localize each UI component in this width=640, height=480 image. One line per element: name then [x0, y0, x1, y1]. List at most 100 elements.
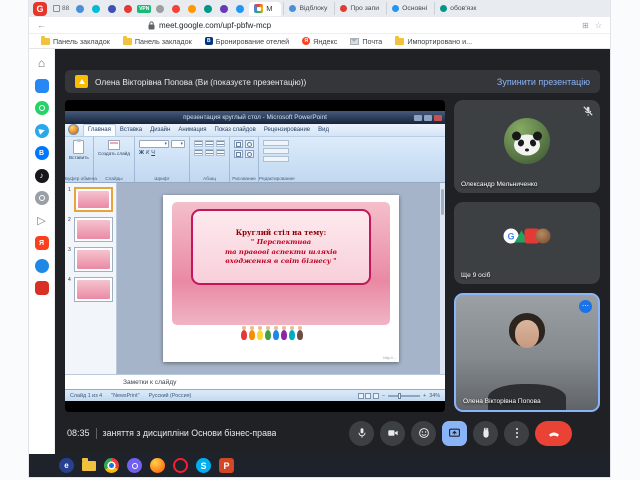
- tab-favicon[interactable]: [121, 2, 135, 15]
- tab-favicon[interactable]: [233, 2, 247, 15]
- self-video-tile[interactable]: ⋯ Олена Вікторівна Попова: [454, 293, 600, 412]
- bookmark-item[interactable]: B Бронирование отелей: [205, 37, 289, 46]
- tab-favicon[interactable]: [105, 2, 119, 15]
- select-button[interactable]: [263, 156, 289, 162]
- url-field[interactable]: meet.google.com/upf-pbfw-mcp: [148, 21, 271, 30]
- shape-arrow-button[interactable]: [234, 150, 243, 158]
- ribbon-tab-animation[interactable]: Анимация: [174, 125, 210, 136]
- shape-line-button[interactable]: [245, 150, 254, 158]
- participant-tile-overflow[interactable]: G Ще 9 осіб: [454, 202, 600, 284]
- extension-icon[interactable]: ⊞: [582, 21, 589, 30]
- tile-options-button[interactable]: ⋯: [579, 300, 592, 313]
- raise-hand-button[interactable]: [473, 421, 498, 446]
- maximize-icon[interactable]: [424, 115, 432, 121]
- zoom-knob[interactable]: [398, 393, 401, 399]
- current-slide[interactable]: Круглий стіл на тему: " Перспектива та п…: [163, 195, 399, 361]
- blue-app-icon-2[interactable]: [35, 259, 49, 273]
- sorter-view-icon[interactable]: [365, 393, 371, 399]
- zoom-slider[interactable]: [388, 395, 420, 397]
- font-size-dropdown[interactable]: ▾: [171, 140, 185, 148]
- ribbon-tab-view[interactable]: Вид: [314, 125, 333, 136]
- zoom-out-button[interactable]: −: [382, 393, 385, 399]
- slideshow-view-icon[interactable]: [373, 393, 379, 399]
- ribbon-tab-insert[interactable]: Вставка: [116, 125, 146, 136]
- blue-app-icon[interactable]: [35, 79, 49, 93]
- tab-favicon[interactable]: [201, 2, 215, 15]
- tab-favicon[interactable]: [73, 2, 87, 15]
- browser-logo-icon[interactable]: G: [33, 2, 47, 16]
- bookmark-item[interactable]: Почта: [350, 37, 382, 46]
- shape-rect-button[interactable]: [234, 140, 243, 148]
- reactions-button[interactable]: [411, 421, 436, 446]
- tab-counter[interactable]: 88: [53, 5, 69, 12]
- justify-button[interactable]: [216, 149, 225, 156]
- tab-favicon[interactable]: [185, 2, 199, 15]
- opera-icon[interactable]: [173, 458, 188, 473]
- ribbon-tab-slideshow[interactable]: Показ слайдов: [211, 125, 260, 136]
- viber-icon[interactable]: [127, 458, 142, 473]
- minimize-icon[interactable]: [414, 115, 422, 121]
- tab-favicon[interactable]: [169, 2, 183, 15]
- edge-icon[interactable]: e: [59, 458, 74, 473]
- music-app-icon[interactable]: ♪: [35, 169, 49, 183]
- back-icon[interactable]: ←: [37, 21, 46, 30]
- bookmark-star-icon[interactable]: ☆: [595, 21, 602, 30]
- slide-thumbnail-4[interactable]: 4: [68, 277, 113, 302]
- vertical-scrollbar[interactable]: [440, 183, 445, 374]
- mic-button[interactable]: [349, 421, 374, 446]
- shape-ellipse-button[interactable]: [245, 140, 254, 148]
- camera-button[interactable]: [380, 421, 405, 446]
- start-button[interactable]: [36, 458, 51, 473]
- numbering-button[interactable]: [205, 149, 214, 156]
- yandex-app-icon[interactable]: Я: [35, 236, 49, 250]
- slide-thumbnail-1[interactable]: 1: [68, 187, 113, 212]
- firefox-icon[interactable]: [150, 458, 165, 473]
- home-icon[interactable]: ⌂: [35, 56, 49, 70]
- office-button[interactable]: [68, 124, 79, 135]
- participant-tile-1[interactable]: Олександр Мельниченко: [454, 100, 600, 193]
- bookmark-item[interactable]: Я Яндекс: [302, 37, 337, 46]
- tab-item[interactable]: Про запи: [334, 2, 384, 15]
- tab-vpn[interactable]: VPN: [137, 2, 151, 15]
- find-button[interactable]: [263, 140, 289, 146]
- normal-view-icon[interactable]: [358, 393, 364, 399]
- underline-button[interactable]: Ч: [151, 150, 155, 156]
- slide-thumbnail-2[interactable]: 2: [68, 217, 113, 242]
- align-center-button[interactable]: [205, 140, 214, 147]
- tab-item[interactable]: Основні: [386, 2, 432, 15]
- bullets-button[interactable]: [194, 149, 203, 156]
- tab-item[interactable]: обов'язк: [434, 2, 481, 15]
- telegram-icon[interactable]: [35, 124, 49, 138]
- ribbon-tab-home[interactable]: Главная: [83, 124, 116, 136]
- ribbon-tab-review[interactable]: Рецензирование: [260, 125, 314, 136]
- end-call-button[interactable]: [535, 421, 572, 446]
- chrome-icon[interactable]: [104, 458, 119, 473]
- tab-item[interactable]: Відблоку: [283, 2, 332, 15]
- italic-button[interactable]: К: [146, 150, 149, 156]
- phone-icon[interactable]: [35, 191, 49, 205]
- tab-favicon[interactable]: [153, 2, 167, 15]
- font-name-dropdown[interactable]: ▾: [139, 140, 169, 148]
- ribbon-tab-design[interactable]: Дизайн: [146, 125, 174, 136]
- bold-button[interactable]: Ж: [139, 150, 144, 156]
- more-options-button[interactable]: [504, 421, 529, 446]
- align-right-button[interactable]: [216, 140, 225, 147]
- bookmark-item[interactable]: Панель закладок: [123, 37, 192, 46]
- zoom-in-button[interactable]: +: [423, 393, 426, 399]
- replace-button[interactable]: [263, 148, 289, 154]
- close-icon[interactable]: [434, 115, 442, 121]
- paste-button[interactable]: Вставить: [69, 140, 89, 160]
- bookmark-item[interactable]: Импортировано и...: [395, 37, 472, 46]
- bookmark-item[interactable]: Панель закладок: [41, 37, 110, 46]
- file-explorer-icon[interactable]: [82, 461, 96, 471]
- present-screen-button[interactable]: [442, 421, 467, 446]
- tab-favicon[interactable]: [217, 2, 231, 15]
- new-slide-button[interactable]: Создать слайд: [98, 140, 130, 156]
- skype-icon[interactable]: S: [196, 458, 211, 473]
- whatsapp-icon[interactable]: [35, 101, 49, 115]
- notes-pane[interactable]: Заметки к слайду: [65, 374, 445, 389]
- slide-thumbnail-3[interactable]: 3: [68, 247, 113, 272]
- view-mode-buttons[interactable]: [358, 393, 379, 399]
- stop-presentation-button[interactable]: Зупинити презентацію: [497, 77, 590, 87]
- red-app-icon[interactable]: [35, 281, 49, 295]
